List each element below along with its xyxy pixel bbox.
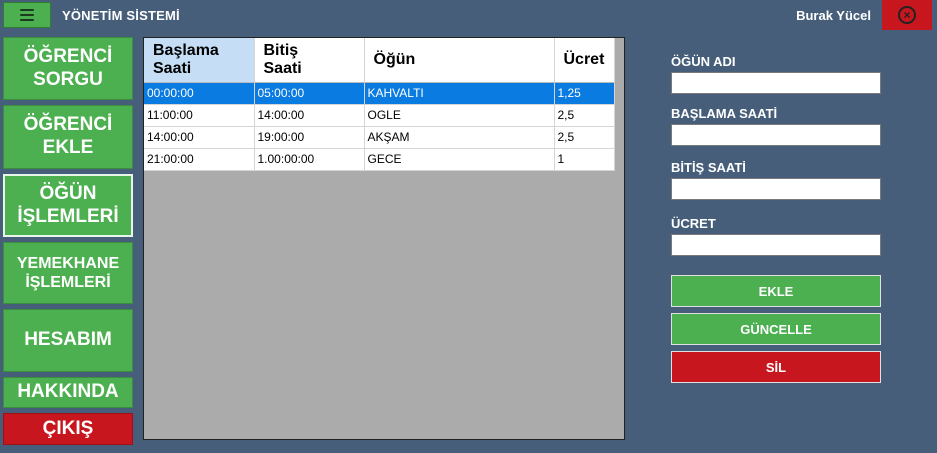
meals-grid[interactable]: Başlama Saati Bitiş Saati Öğün Ücret 00:… [143, 37, 625, 440]
app-title: YÖNETİM SİSTEMİ [62, 8, 180, 23]
hamburger-menu-icon[interactable] [3, 2, 51, 28]
table-cell[interactable]: OGLE [364, 104, 555, 127]
price-label: ÜCRET [671, 216, 716, 231]
column-header-start[interactable]: Başlama Saati [144, 38, 255, 83]
nav-hakkinda[interactable]: HAKKINDA [3, 377, 133, 408]
column-header-end[interactable]: Bitiş Saati [254, 38, 365, 83]
user-name: Burak Yücel [796, 8, 871, 23]
table-cell[interactable]: 14:00:00 [254, 104, 365, 127]
column-header-price[interactable]: Ücret [554, 38, 615, 83]
end-time-label: BİTİŞ SAATİ [671, 160, 746, 175]
table-cell[interactable]: 00:00:00 [144, 82, 255, 105]
table-cell[interactable]: 1 [554, 148, 615, 171]
table-cell[interactable]: 2,5 [554, 126, 615, 149]
table-header-row: Başlama Saati Bitiş Saati Öğün Ücret [144, 38, 615, 83]
table-cell[interactable]: KAHVALTI [364, 82, 555, 105]
nav-cikis[interactable]: ÇIKIŞ [3, 413, 133, 445]
close-icon: × [898, 6, 916, 24]
close-button[interactable]: × [882, 0, 932, 30]
table-row[interactable]: 11:00:00 14:00:00 OGLE 2,5 [144, 104, 615, 127]
price-input[interactable] [671, 234, 881, 256]
nav-ogun-islemleri[interactable]: ÖĞÜN İŞLEMLERİ [3, 174, 133, 237]
meal-name-input[interactable] [671, 72, 881, 94]
nav-hesabim[interactable]: HESABIM [3, 309, 133, 372]
start-time-label: BAŞLAMA SAATİ [671, 106, 778, 121]
start-time-input[interactable] [671, 124, 881, 146]
title-bar: YÖNETİM SİSTEMİ Burak Yücel × [0, 0, 937, 31]
add-button[interactable]: EKLE [671, 275, 881, 307]
table-row[interactable]: 14:00:00 19:00:00 AKŞAM 2,5 [144, 126, 615, 149]
update-button[interactable]: GÜNCELLE [671, 313, 881, 345]
table-cell[interactable]: 11:00:00 [144, 104, 255, 127]
table-cell[interactable]: 2,5 [554, 104, 615, 127]
meals-table: Başlama Saati Bitiş Saati Öğün Ücret 00:… [144, 38, 615, 171]
column-header-meal[interactable]: Öğün [364, 38, 555, 83]
table-cell[interactable]: 05:00:00 [254, 82, 365, 105]
table-cell[interactable]: GECE [364, 148, 555, 171]
table-cell[interactable]: 21:00:00 [144, 148, 255, 171]
nav-ogrenci-ekle[interactable]: ÖĞRENCİ EKLE [3, 105, 133, 169]
delete-button[interactable]: SİL [671, 351, 881, 383]
nav-yemekhane-islemleri[interactable]: YEMEKHANE İŞLEMLERİ [3, 242, 133, 304]
table-cell[interactable]: AKŞAM [364, 126, 555, 149]
nav-ogrenci-sorgu[interactable]: ÖĞRENCİ SORGU [3, 37, 133, 100]
table-cell[interactable]: 14:00:00 [144, 126, 255, 149]
table-cell[interactable]: 1.00:00:00 [254, 148, 365, 171]
end-time-input[interactable] [671, 178, 881, 200]
table-cell[interactable]: 19:00:00 [254, 126, 365, 149]
meal-name-label: ÖĞÜN ADI [671, 54, 736, 69]
table-cell[interactable]: 1,25 [554, 82, 615, 105]
table-row[interactable]: 21:00:00 1.00:00:00 GECE 1 [144, 148, 615, 171]
table-row[interactable]: 00:00:00 05:00:00 KAHVALTI 1,25 [144, 82, 615, 105]
